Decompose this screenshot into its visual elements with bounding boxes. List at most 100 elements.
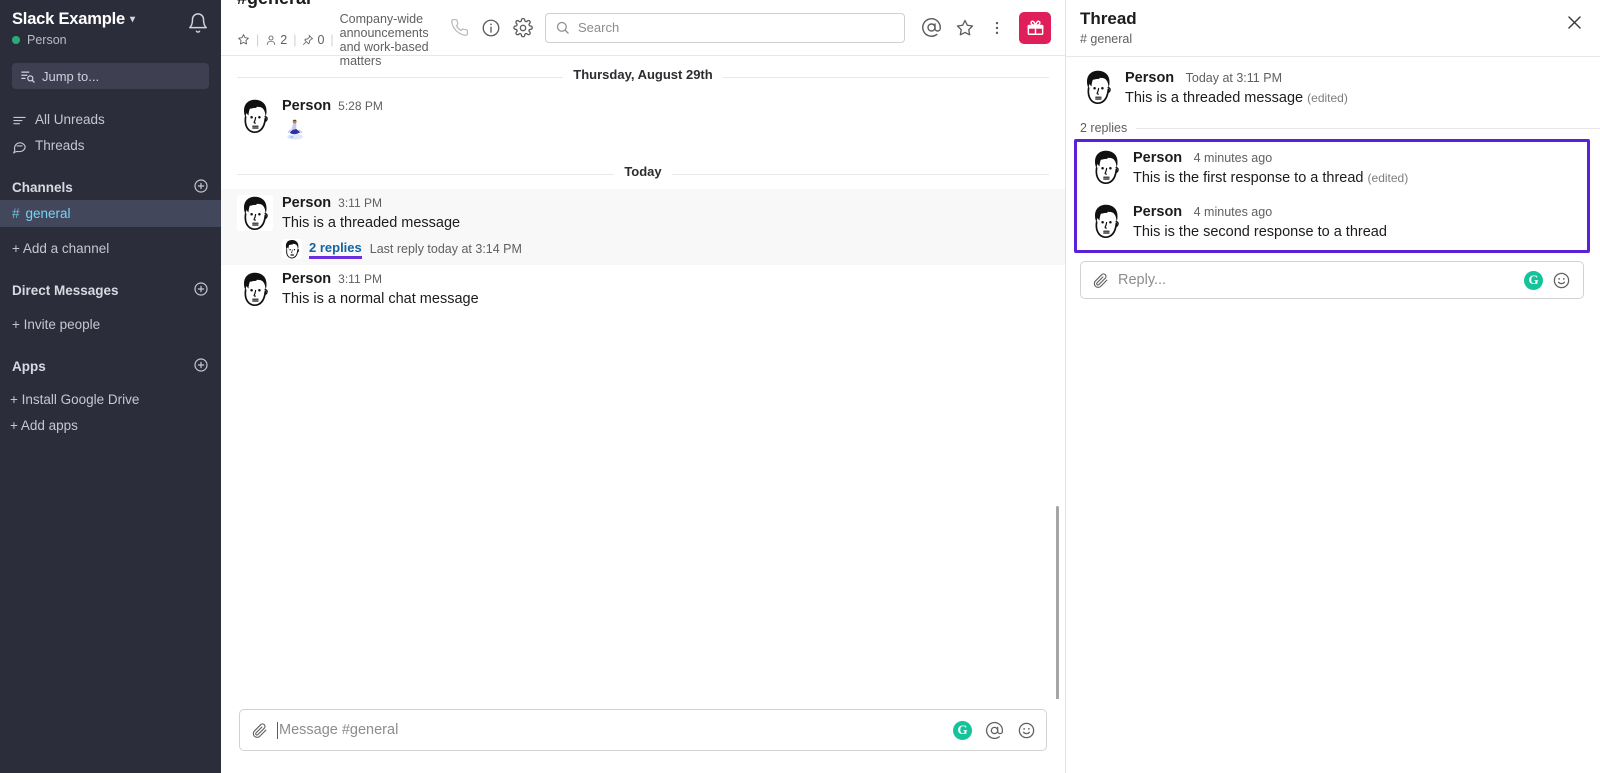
sidebar-item-all-unreads[interactable]: All Unreads (0, 107, 221, 133)
member-count[interactable]: 2 (265, 33, 287, 47)
add-dm-plus-icon[interactable] (193, 281, 209, 300)
emoji-icon[interactable] (1017, 721, 1036, 740)
sidebar-section-direct-messages[interactable]: Direct Messages (0, 278, 221, 303)
composer-placeholder: Message #general (279, 722, 398, 738)
edited-label: (edited) (1368, 171, 1409, 185)
mention-icon[interactable] (985, 721, 1004, 740)
emoji-icon[interactable] (1552, 271, 1571, 290)
date-divider-past: Thursday, August 29th (221, 66, 1065, 88)
avatar[interactable] (237, 271, 273, 307)
message-body: Person 4 minutes ago This is the second … (1133, 203, 1577, 243)
thread-header-text: Thread # general (1080, 9, 1137, 46)
meta-separator: | (293, 33, 296, 47)
workspace-name-label: Slack Example (12, 10, 125, 29)
dm-section-label: Direct Messages (12, 283, 119, 298)
message-body: Person Today at 3:11 PM This is a thread… (1125, 69, 1584, 109)
message-timestamp[interactable]: 5:28 PM (338, 99, 383, 113)
message-author[interactable]: Person (1133, 150, 1182, 166)
pin-count[interactable]: 0 (302, 33, 324, 47)
message-timestamp[interactable]: Today at 3:11 PM (1186, 71, 1282, 85)
message-timestamp[interactable]: 3:11 PM (338, 196, 382, 210)
info-icon[interactable] (481, 18, 501, 38)
member-count-label: 2 (280, 33, 287, 47)
message-author[interactable]: Person (1125, 70, 1174, 86)
avatar[interactable] (1080, 69, 1116, 105)
message-input[interactable]: Message #general (277, 722, 944, 739)
avatar[interactable] (1088, 149, 1124, 185)
message-author[interactable]: Person (282, 195, 331, 211)
search-input[interactable]: Search (545, 13, 905, 43)
grammarly-icon[interactable]: G (953, 721, 972, 740)
add-app-plus-icon[interactable] (193, 357, 209, 376)
message-timestamp[interactable]: 4 minutes ago (1194, 151, 1273, 165)
levitating-person-emoji-icon (282, 116, 1049, 147)
workspace-info: Slack Example ▾ Person (12, 10, 135, 47)
add-a-channel-button[interactable]: + Add a channel (0, 235, 221, 262)
avatar[interactable] (237, 98, 273, 134)
edited-label: (edited) (1307, 91, 1348, 105)
message-list[interactable]: Thursday, August 29th Person 5:28 PM (221, 56, 1065, 699)
message-text: This is the second response to a thread (1133, 222, 1577, 243)
reply-participant-avatar (282, 239, 302, 259)
phone-icon[interactable] (450, 18, 469, 37)
message-text: This is a threaded message (282, 212, 1049, 234)
kebab-menu-icon[interactable] (988, 19, 1006, 37)
avatar[interactable] (1088, 203, 1124, 239)
attachment-icon[interactable] (251, 722, 268, 739)
thread-replies-summary[interactable]: 2 replies Last reply today at 3:14 PM (282, 239, 1049, 259)
date-divider-today: Today (221, 163, 1065, 185)
message-header: Person Today at 3:11 PM (1125, 69, 1584, 87)
sidebar-nav: All Unreads Threads (0, 107, 221, 159)
reply-input[interactable]: Reply... (1118, 272, 1515, 288)
gift-icon[interactable] (1019, 12, 1051, 44)
message-list-scrollbar[interactable] (1056, 506, 1059, 699)
workspace-header[interactable]: Slack Example ▾ Person (0, 0, 221, 53)
close-icon[interactable] (1565, 13, 1584, 37)
sidebar-item-threads[interactable]: Threads (0, 133, 221, 159)
message-header: Person 4 minutes ago (1133, 203, 1577, 221)
current-user[interactable]: Person (12, 33, 135, 47)
sidebar-item-label: Threads (35, 136, 85, 156)
install-google-drive-link[interactable]: + Install Google Drive (0, 387, 221, 413)
message-author[interactable]: Person (282, 98, 331, 114)
add-channel-plus-icon[interactable] (193, 178, 209, 197)
invite-people-button[interactable]: + Invite people (0, 311, 221, 338)
replies-divider: 2 replies (1066, 119, 1600, 137)
composer-container: Message #general G (221, 699, 1065, 773)
sidebar-section-channels[interactable]: Channels (0, 175, 221, 200)
message-text-content: This is the second response to a thread (1133, 224, 1387, 240)
thread-reply-item: Person 4 minutes ago This is the first r… (1077, 142, 1587, 196)
message-body: Person 5:28 PM (282, 98, 1049, 147)
thread-channel-label[interactable]: # general (1080, 32, 1137, 46)
sidebar-section-apps[interactable]: Apps (0, 354, 221, 379)
sidebar-item-label: All Unreads (35, 110, 105, 130)
jump-to-label: Jump to... (42, 69, 99, 84)
thread-reply-composer[interactable]: Reply... G (1080, 261, 1584, 299)
message-composer[interactable]: Message #general G (239, 709, 1047, 751)
thread-panel: Thread # general Person Today at 3:11 PM (1065, 0, 1600, 773)
avatar[interactable] (237, 195, 273, 231)
star-icon[interactable] (955, 18, 975, 38)
add-apps-link[interactable]: + Add apps (0, 413, 221, 439)
gear-icon[interactable] (513, 18, 533, 38)
message-body: Person 3:11 PM This is a threaded messag… (282, 195, 1049, 259)
grammarly-icon[interactable]: G (1524, 271, 1543, 290)
thread-header: Thread # general (1066, 0, 1600, 57)
message-timestamp[interactable]: 4 minutes ago (1194, 205, 1273, 219)
thread-composer-container: Reply... G (1066, 253, 1600, 313)
notifications-bell-icon[interactable] (187, 12, 209, 34)
mentions-icon[interactable] (921, 17, 942, 38)
message-text: This is the first response to a thread (… (1133, 168, 1577, 189)
message-author[interactable]: Person (282, 271, 331, 287)
attachment-icon[interactable] (1092, 272, 1109, 289)
sidebar-item-general[interactable]: # general (0, 200, 221, 227)
replies-count-link[interactable]: 2 replies (309, 240, 362, 259)
jump-to-search[interactable]: Jump to... (12, 63, 209, 89)
workspace-name[interactable]: Slack Example ▾ (12, 10, 135, 29)
thread-root-message: Person Today at 3:11 PM This is a thread… (1066, 65, 1600, 117)
message-timestamp[interactable]: 3:11 PM (338, 272, 382, 286)
message-author[interactable]: Person (1133, 204, 1182, 220)
thread-replies-highlight-box: Person 4 minutes ago This is the first r… (1074, 139, 1590, 253)
star-channel-icon[interactable] (237, 33, 250, 46)
search-placeholder: Search (578, 20, 619, 35)
